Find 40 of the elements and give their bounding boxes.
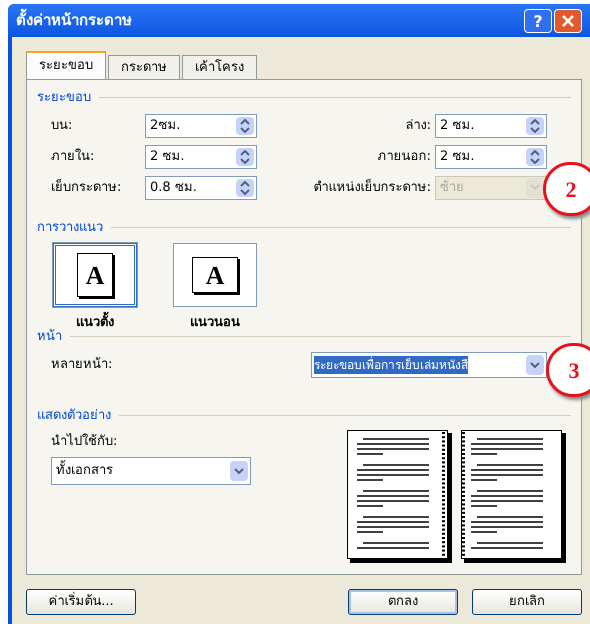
- field-label: ภายนอก:: [378, 148, 431, 166]
- field-label: หลายหน้า:: [51, 356, 112, 374]
- apply-to-dropdown[interactable]: ทั้งเอกสาร: [51, 457, 251, 485]
- spin-field[interactable]: 0.8 ซม.: [145, 176, 257, 200]
- window-title: ตั้งค่าหน้ากระดาษ: [16, 9, 132, 32]
- page-letter-icon: A: [192, 257, 238, 293]
- dialog-button[interactable]: ยกเลิก: [472, 589, 582, 615]
- dialog-button[interactable]: ตกลง: [348, 589, 458, 615]
- section-title: หน้า: [37, 328, 62, 346]
- field-label: บน:: [51, 116, 74, 135]
- orientation-option[interactable]: A: [53, 243, 137, 307]
- spin-field[interactable]: 2 ซม.: [435, 144, 547, 168]
- tab[interactable]: กระดาษ: [108, 55, 180, 79]
- spin-arrows-icon[interactable]: [236, 148, 254, 166]
- spin-arrows-icon[interactable]: [526, 116, 544, 134]
- orientation-option[interactable]: A: [173, 243, 257, 307]
- spin-arrows-icon[interactable]: [236, 178, 254, 196]
- option-label: แนวนอน: [190, 314, 240, 332]
- spin-field[interactable]: 2ซม.: [145, 114, 257, 138]
- field-label: ล่าง:: [406, 116, 431, 135]
- spin-arrows-icon[interactable]: [526, 148, 544, 166]
- spin-arrows-icon[interactable]: [236, 116, 254, 134]
- spin-field[interactable]: 2 ซม.: [145, 144, 257, 168]
- section-title: แสดงตัวอย่าง: [37, 407, 111, 425]
- page-letter-icon: A: [77, 253, 113, 297]
- dialog-button[interactable]: ค่าเริ่มต้น...: [26, 589, 136, 615]
- field-label: เย็บกระดาษ:: [51, 178, 122, 197]
- close-icon[interactable]: [554, 8, 582, 32]
- field-label: นำไปใช้กับ:: [51, 432, 118, 450]
- section-title: การวางแนว: [37, 218, 103, 236]
- spin-field[interactable]: 2 ซม.: [435, 114, 547, 138]
- option-label: แนวตั้ง: [76, 313, 114, 332]
- tab[interactable]: เค้าโครง: [182, 55, 257, 79]
- selected-value: ระยะขอบเพื่อการเย็บเล่มหนังสื: [314, 356, 468, 374]
- help-button[interactable]: ?: [524, 8, 552, 32]
- multiple-pages-dropdown[interactable]: ระยะขอบเพื่อการเย็บเล่มหนังสื: [311, 352, 547, 378]
- field-label: ภายใน:: [51, 148, 96, 166]
- section-title: ระยะขอบ: [37, 89, 91, 107]
- tab[interactable]: ระยะขอบ: [26, 51, 106, 79]
- field-label: ตำแหน่งเย็บกระดาษ:: [314, 178, 431, 197]
